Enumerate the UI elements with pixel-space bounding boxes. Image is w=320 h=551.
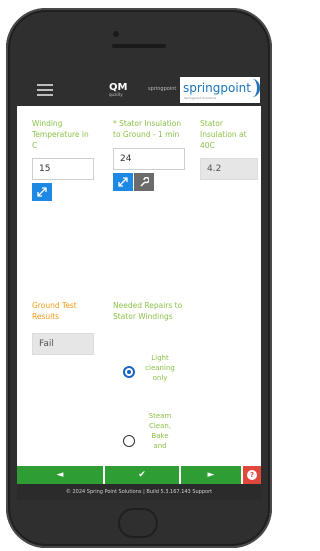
stator-40c-label: Stator Insulation at 40C [200,119,247,150]
save-button[interactable]: ✔ [105,466,179,484]
radio-label-line: Light [151,354,169,362]
brand-name: springpoint [183,81,251,95]
radio-label-line: Steam [148,412,172,420]
wrench-icon [140,177,149,187]
stator-ground-tool-button[interactable] [134,173,154,191]
expand-icon [118,177,128,187]
radio-steam-clean-label[interactable]: Steam Clean, Bake and [140,411,180,451]
qm-logo-subtext: quality [109,92,123,97]
stator-40c-value: 4.2 [200,158,258,180]
winding-temperature-label: Winding Temperature in C [32,119,89,150]
brand-swoosh-icon [245,79,260,97]
radio-label-line: cleaning [145,364,175,372]
phone-speaker [112,44,166,48]
arrow-right-icon: ► [207,470,215,480]
arrow-left-icon: ◄ [56,470,64,480]
brand-subtext: Springpoint Solutions [184,96,217,100]
radio-steam-clean[interactable] [123,435,135,447]
radio-label-line: Bake [151,432,169,440]
small-brand-mark: springpoint [148,86,177,92]
phone-home-button[interactable] [118,508,158,538]
ground-test-label: Ground Test Results [32,301,77,321]
winding-temperature-expand-button[interactable] [32,183,52,201]
radio-label-line: and [153,442,167,450]
previous-button[interactable]: ◄ [17,466,103,484]
app-footer: © 2024 Spring Point Solutions | Build 5.… [17,484,261,500]
checkmark-icon: ✔ [138,470,146,480]
stator-ground-input[interactable]: 24 [113,148,185,170]
stator-ground-label: * Stator Insulation to Ground - 1 min [113,119,182,139]
hamburger-menu-icon[interactable] [37,84,53,96]
springpoint-logo: springpoint Springpoint Solutions [180,77,260,103]
help-button[interactable]: ? [243,466,261,484]
bottom-nav: ◄ ✔ ► ? [17,466,261,484]
radio-light-cleaning-label[interactable]: Light cleaning only [140,353,180,383]
app-header: QM quality springpoint springpoint Sprin… [17,74,261,106]
app-screen: QM quality springpoint springpoint Sprin… [17,74,261,500]
radio-label-line: Clean, [148,422,172,430]
needed-repairs-label: Needed Repairs to Stator Windings [113,301,183,321]
help-icon: ? [247,470,257,480]
stator-ground-expand-button[interactable] [113,173,133,191]
phone-camera [113,31,119,37]
ground-test-value: Fail [32,333,94,355]
phone-frame: QM quality springpoint springpoint Sprin… [6,8,272,548]
expand-icon [37,187,47,197]
radio-light-cleaning[interactable] [123,366,135,378]
radio-label-line: only [152,374,168,382]
qm-logo: QM quality [109,82,139,98]
winding-temperature-input[interactable]: 15 [32,158,94,180]
next-button[interactable]: ► [181,466,241,484]
